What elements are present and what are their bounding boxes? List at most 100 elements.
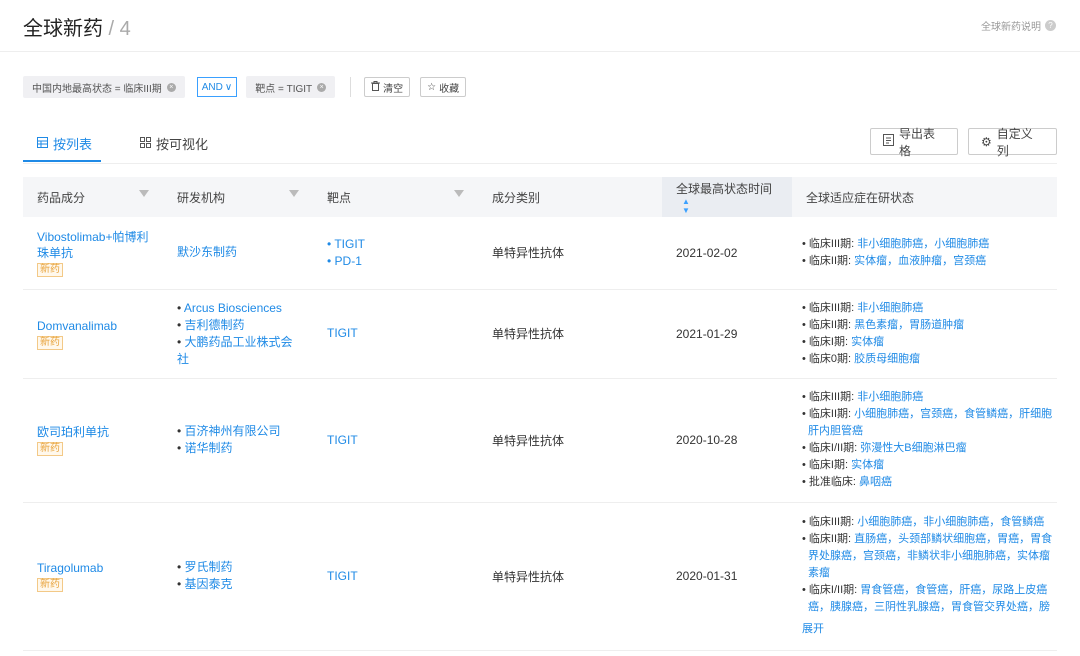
help-link[interactable]: 全球新药说明 ? [981, 18, 1056, 33]
tab-visual[interactable]: 按可视化 [140, 134, 208, 153]
target-item[interactable]: • TIGIT [327, 236, 464, 253]
date-cell: 2020-01-31 [662, 502, 792, 651]
table-row: Domvanalimab 新药 • Arcus Biosciences • 吉利德… [23, 289, 1057, 379]
filter-icon[interactable] [454, 190, 464, 197]
table-row: Vibostolimab+帕博利珠单抗 新药 默沙东制药 • TIGIT • PD… [23, 217, 1057, 290]
org-link[interactable]: 基因泰克 [185, 577, 233, 591]
drug-name-link[interactable]: Vibostolimab+帕博利珠单抗 [37, 229, 149, 261]
org-item[interactable]: • 大鹏药品工业株式会社 [177, 334, 299, 368]
indication-link[interactable]: 小细胞肺癌，宫颈癌，食管鳞癌，肝细胞 [854, 408, 1052, 420]
result-count: 4 [119, 18, 131, 40]
indication-link[interactable]: 胶质母细胞瘤 [854, 353, 920, 365]
org-link[interactable]: 吉利德制药 [185, 318, 245, 332]
column-header-date[interactable]: 全球最高状态时间▲ ▼ [662, 177, 792, 217]
tab-visual-label: 按可视化 [156, 137, 209, 152]
org-item[interactable]: • 吉利德制药 [177, 317, 299, 334]
new-drug-badge: 新药 [37, 335, 63, 350]
target-cell: TIGIT [313, 502, 478, 651]
sort-icon[interactable]: ▲ ▼ [682, 197, 690, 215]
indication-link[interactable]: 非小细胞肺癌 [857, 391, 923, 403]
custom-columns-label: 自定义列 [996, 126, 1033, 158]
org-cell: 默沙东制药 [163, 217, 313, 290]
drug-name-link[interactable]: 欧司珀利单抗 [37, 424, 149, 440]
org-link[interactable]: 大鹏药品工业株式会社 [177, 335, 293, 366]
clear-button[interactable]: 清空 [364, 77, 411, 97]
drug-name-link[interactable]: Tiragolumab [37, 560, 149, 576]
indication-link[interactable]: 鼻咽癌 [859, 476, 892, 488]
org-link[interactable]: 罗氏制药 [185, 560, 233, 574]
org-cell: • 罗氏制药 • 基因泰克 [163, 502, 313, 651]
status-line: • 临床III期: 非小细胞肺癌 [802, 300, 1057, 317]
bullet: • [802, 335, 809, 348]
indication-link[interactable]: 实体瘤 [851, 336, 884, 348]
status-phase: 临床II期: [808, 254, 855, 267]
org-item[interactable]: • Arcus Biosciences [177, 300, 299, 317]
indication-link[interactable]: 实体瘤 [851, 459, 884, 471]
target-link[interactable]: TIGIT [327, 326, 358, 340]
column-label: 药品成分 [37, 190, 86, 205]
bullet: • [802, 237, 809, 250]
status-cell: • 临床III期: 小细胞肺癌，非小细胞肺癌，食管鳞癌 • 临床II期: 直肠癌，… [792, 502, 1057, 651]
category-cell: 单特异性抗体 [478, 502, 662, 651]
expand-link[interactable]: 展开 [802, 621, 1057, 638]
bullet: • [802, 254, 809, 267]
status-continuation[interactable]: 肝内胆管癌 [802, 423, 1057, 440]
status-phase: 临床I期: [808, 335, 852, 348]
bullet: • [327, 253, 335, 268]
target-link[interactable]: TIGIT [327, 569, 358, 583]
status-continuation[interactable]: 界处腺癌，宫颈癌，非鳞状非小细胞肺癌，实体瘤 [802, 548, 1057, 565]
custom-columns-button[interactable]: ⚙ 自定义列 [968, 127, 1057, 158]
status-line: • 临床I/II期: 胃食管癌，食管癌，肝癌，尿路上皮癌 [802, 582, 1057, 599]
column-header-target: 靶点 [313, 177, 478, 217]
remove-icon[interactable]: × [317, 82, 327, 92]
indication-link[interactable]: 非小细胞肺癌，小细胞肺癌 [857, 238, 989, 250]
date-cell: 2021-01-29 [662, 289, 792, 379]
logic-select[interactable]: AND ∨ [196, 77, 238, 97]
tab-list[interactable]: 按列表 [37, 134, 92, 153]
title-text: 全球新药 [23, 18, 103, 40]
clear-label: 清空 [383, 83, 404, 95]
save-button[interactable]: ☆ 收藏 [420, 77, 467, 97]
org-item[interactable]: • 罗氏制药 [177, 559, 299, 576]
filter-icon[interactable] [289, 190, 299, 197]
status-continuation[interactable]: 癌，胰腺癌，三阴性乳腺癌，胃食管交界处癌，膀 [802, 599, 1057, 616]
indication-link[interactable]: 直肠癌，头颈部鳞状细胞癌，胃癌，胃食 [854, 533, 1052, 545]
target-cell: • TIGIT • PD-1 [313, 217, 478, 290]
export-label: 导出表格 [899, 126, 936, 158]
page-header: 全球新药 / 4 全球新药说明 ? [0, 0, 1080, 52]
status-line: • 临床I期: 实体瘤 [802, 457, 1057, 474]
org-item[interactable]: • 基因泰克 [177, 576, 299, 593]
indication-link[interactable]: 胃食管癌，食管癌，肝癌，尿路上皮癌 [860, 584, 1047, 596]
filter-chip-status[interactable]: 中国内地最高状态 = 临床III期 × [23, 76, 185, 98]
export-button[interactable]: 导出表格 [870, 127, 958, 158]
export-icon [883, 134, 894, 149]
remove-icon[interactable]: × [166, 82, 176, 92]
target-cell: TIGIT [313, 289, 478, 379]
status-continuation[interactable]: 素瘤 [802, 565, 1057, 582]
org-link[interactable]: 诺华制药 [185, 441, 233, 455]
drug-name-link[interactable]: Domvanalimab [37, 318, 149, 334]
new-drug-badge: 新药 [37, 262, 63, 277]
filter-chip-target[interactable]: 靶点 = TIGIT × [246, 76, 336, 98]
indication-link[interactable]: 黑色素瘤，胃肠道肿瘤 [854, 319, 964, 331]
indication-link[interactable]: 弥漫性大B细胞淋巴瘤 [860, 442, 966, 454]
target-link[interactable]: TIGIT [327, 433, 358, 447]
page-title: 全球新药 / 4 [23, 12, 131, 41]
org-link[interactable]: 百济神州有限公司 [185, 424, 281, 438]
target-link[interactable]: TIGIT [334, 237, 365, 251]
target-link[interactable]: PD-1 [335, 254, 362, 268]
indication-link[interactable]: 实体瘤，血液肿瘤，宫颈癌 [854, 255, 986, 267]
indication-link[interactable]: 非小细胞肺癌 [857, 302, 923, 314]
bullet: • [802, 476, 809, 488]
org-link[interactable]: 默沙东制药 [177, 245, 237, 259]
org-item[interactable]: • 诺华制药 [177, 440, 299, 457]
column-header-status: 全球适应症在研状态 [792, 177, 1057, 217]
org-link[interactable]: Arcus Biosciences [184, 301, 282, 315]
status-line: • 临床II期: 黑色素瘤，胃肠道肿瘤 [802, 317, 1057, 334]
category-cell: 单特异性抗体 [478, 289, 662, 379]
org-item[interactable]: • 百济神州有限公司 [177, 423, 299, 440]
indication-link[interactable]: 小细胞肺癌，非小细胞肺癌，食管鳞癌 [857, 516, 1044, 528]
status-line: • 临床III期: 非小细胞肺癌 [802, 389, 1057, 406]
filter-icon[interactable] [139, 190, 149, 197]
target-item[interactable]: • PD-1 [327, 253, 464, 270]
